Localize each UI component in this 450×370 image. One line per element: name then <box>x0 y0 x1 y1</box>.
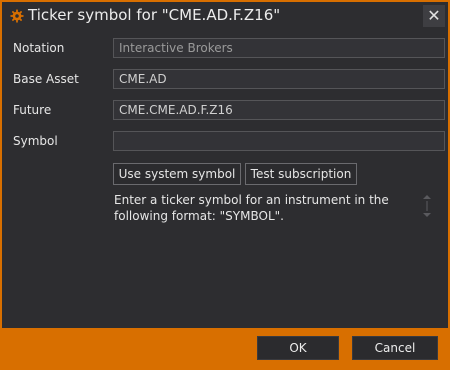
ok-button[interactable]: OK <box>257 336 339 360</box>
notation-label: Notation <box>13 41 65 55</box>
cancel-button[interactable]: Cancel <box>352 336 438 360</box>
base-asset-label: Base Asset <box>13 72 79 86</box>
use-system-symbol-button[interactable]: Use system symbol <box>113 163 241 185</box>
dialog-footer: OK Cancel <box>2 328 448 368</box>
dialog-window: Ticker symbol for "CME.AD.F.Z16" ✕ Notat… <box>0 0 450 370</box>
symbol-input[interactable] <box>113 131 445 151</box>
symbol-label: Symbol <box>13 134 58 148</box>
help-text: Enter a ticker symbol for an instrument … <box>114 193 389 223</box>
scroll-down-icon[interactable] <box>423 213 431 217</box>
scroll-up-icon[interactable] <box>423 195 431 199</box>
notation-field: Interactive Brokers <box>113 38 445 58</box>
test-subscription-button[interactable]: Test subscription <box>245 163 357 185</box>
close-button[interactable]: ✕ <box>423 5 445 27</box>
scroll-track[interactable] <box>426 201 428 211</box>
gear-icon <box>10 9 24 23</box>
close-icon: ✕ <box>427 6 441 25</box>
help-scrollbar[interactable] <box>420 192 434 224</box>
base-asset-field[interactable]: CME.AD <box>113 69 445 89</box>
future-field[interactable]: CME.CME.AD.F.Z16 <box>113 100 445 120</box>
future-label: Future <box>13 103 52 117</box>
title-bar: Ticker symbol for "CME.AD.F.Z16" ✕ <box>2 2 448 30</box>
window-title: Ticker symbol for "CME.AD.F.Z16" <box>28 6 281 24</box>
